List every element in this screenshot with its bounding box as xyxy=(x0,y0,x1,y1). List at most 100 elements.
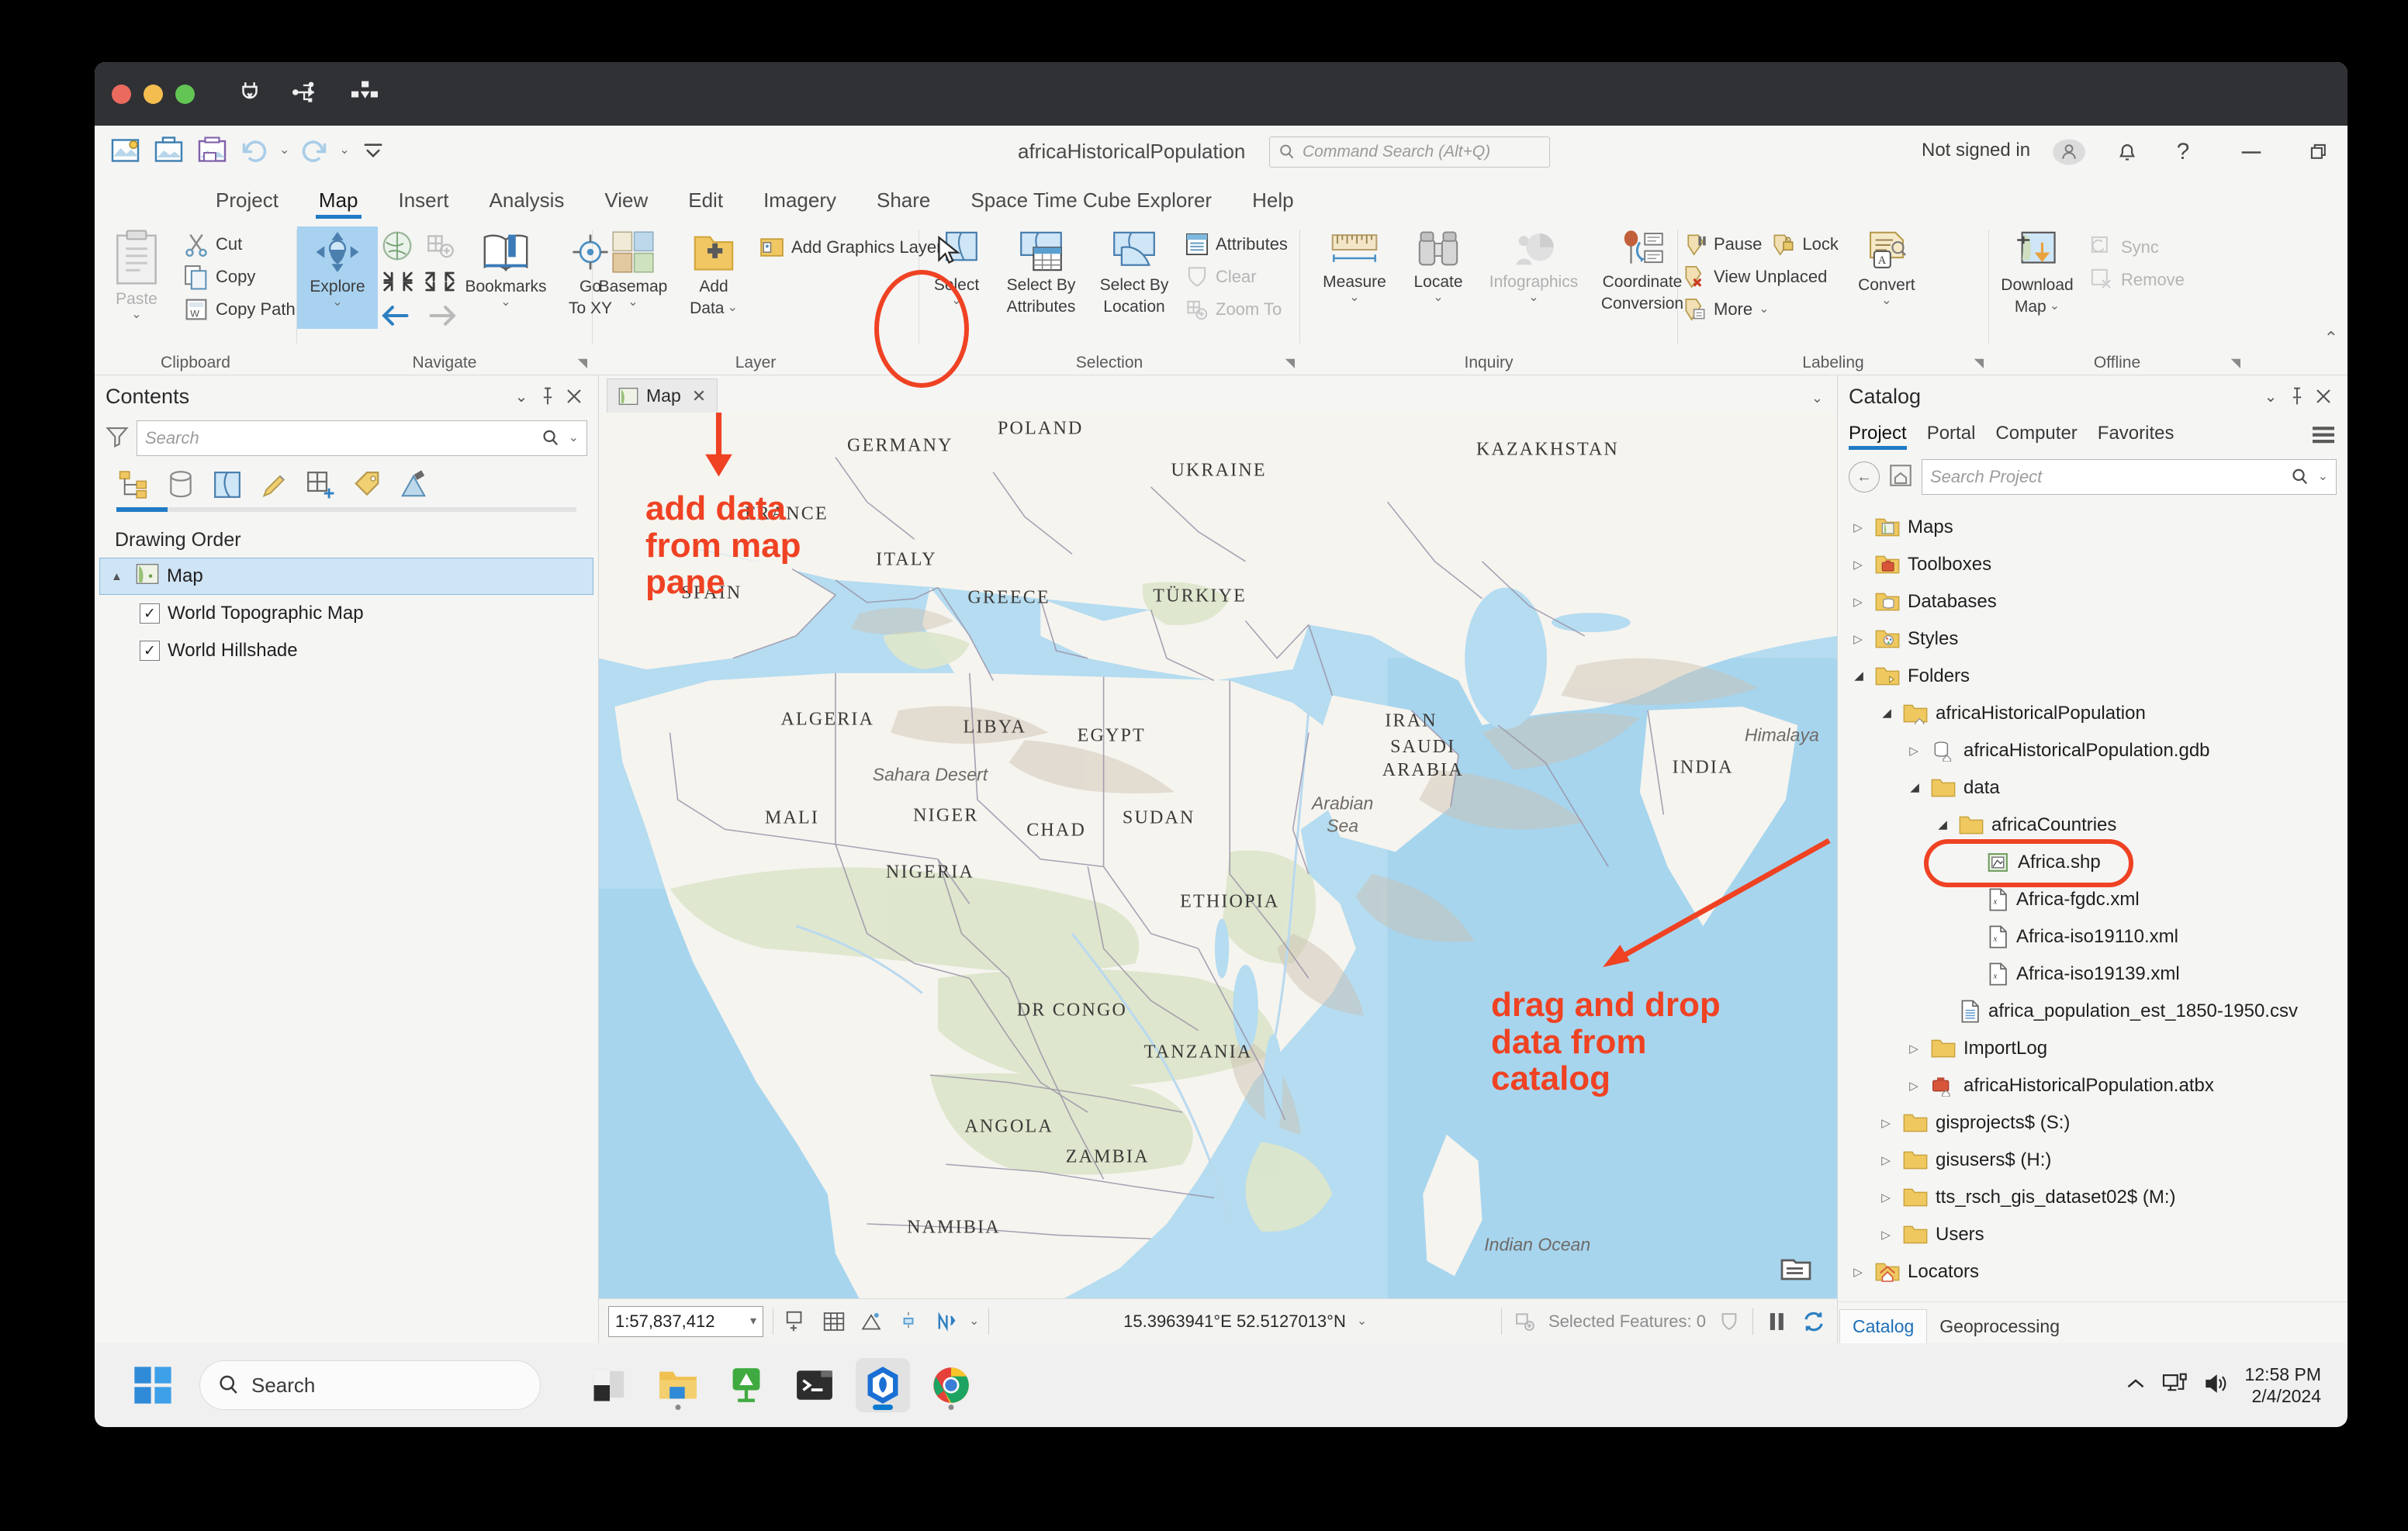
bookmarks-button[interactable]: Bookmarks ⌄ xyxy=(460,226,552,312)
map-grid-icon[interactable] xyxy=(820,1308,848,1336)
expand-caret-icon[interactable]: ▲ xyxy=(111,570,128,583)
account-avatar[interactable] xyxy=(2052,137,2086,168)
selection-group-expander[interactable]: ◥ xyxy=(1285,355,1295,371)
tab-help[interactable]: Help xyxy=(1232,188,1313,220)
file-explorer-icon[interactable] xyxy=(651,1358,705,1412)
convert-labels-button[interactable]: A Convert ⌄ xyxy=(1843,226,1930,310)
copy-button[interactable]: Copy xyxy=(178,261,300,293)
list-by-labeling-icon[interactable] xyxy=(349,467,385,503)
app-green-icon[interactable] xyxy=(719,1358,773,1412)
paste-dropdown[interactable]: ⌄ xyxy=(131,308,141,321)
tab-analysis[interactable]: Analysis xyxy=(469,188,585,220)
catalog-tree[interactable]: ▷ Maps ▷ Toolboxes ▷ Databases ▷ Styles ◢ Folders… xyxy=(1838,503,2347,1301)
copy-path-button[interactable]: W Copy Path xyxy=(178,293,300,326)
map-canvas[interactable]: POLAND GERMANY UKRAINE KAZAKHSTAN FRANCE ITAL… xyxy=(599,413,1837,1298)
zoom-to-button[interactable]: Zoom To xyxy=(1180,293,1292,326)
add-data-dropdown[interactable]: ⌄ xyxy=(727,302,737,314)
contents-tabs-scrollbar[interactable] xyxy=(116,507,576,512)
catalog-tree-item[interactable]: ▷ Maps xyxy=(1838,509,2347,546)
zoom-out-fixed-icon[interactable] xyxy=(381,269,415,298)
clear-selection-icon[interactable] xyxy=(1715,1308,1743,1336)
contents-pin-icon[interactable] xyxy=(535,383,561,410)
undo-dropdown[interactable]: ⌄ xyxy=(279,144,289,157)
usb-icon[interactable] xyxy=(292,81,322,108)
select-by-location-button[interactable]: Select By Location xyxy=(1088,226,1180,319)
offline-group-expander[interactable]: ◥ xyxy=(2231,355,2240,371)
catalog-tree-item[interactable]: ▷ Toolboxes xyxy=(1838,546,2347,583)
arcgis-pro-icon[interactable] xyxy=(856,1358,910,1412)
catalog-tree-item[interactable]: ▷ gisprojects$ (S:) xyxy=(1838,1104,2347,1142)
minimize-button[interactable] xyxy=(2234,137,2268,168)
catalog-tree-item[interactable]: ▷ Users xyxy=(1838,1216,2347,1253)
contents-item-map[interactable]: ▲ Map xyxy=(99,558,593,595)
catalog-tree-item[interactable]: ◢ africaCountries xyxy=(1838,807,2347,844)
catalog-tree-item[interactable]: ◢ data xyxy=(1838,769,2347,807)
expand-caret-icon[interactable]: ▷ xyxy=(1877,1116,1895,1130)
catalog-tree-item[interactable]: africa_population_est_1850-1950.csv xyxy=(1838,993,2347,1030)
catalog-tree-item[interactable]: ▷ gisusers$ (H:) xyxy=(1838,1142,2347,1179)
download-map-button[interactable]: Download Map ⌄ xyxy=(1989,226,2085,319)
basemap-dropdown[interactable]: ⌄ xyxy=(628,295,638,309)
maximize-dot[interactable] xyxy=(175,84,195,104)
catalog-menu-chevron-icon[interactable]: ⌄ xyxy=(2258,383,2284,410)
catalog-tree-item[interactable]: ▷ ImportLog xyxy=(1838,1030,2347,1067)
explore-dropdown[interactable]: ⌄ xyxy=(332,295,342,309)
map-view-tab-close-icon[interactable]: ✕ xyxy=(692,386,706,406)
infographics-button[interactable]: Infographics ⌄ xyxy=(1479,226,1589,307)
measure-button[interactable]: Measure ⌄ xyxy=(1311,226,1398,307)
catalog-tree-item[interactable]: ▷ africaHistoricalPopulation.atbx xyxy=(1838,1067,2347,1104)
catalog-tree-item[interactable]: ◢ Folders xyxy=(1838,658,2347,695)
map-north-arrow-icon[interactable] xyxy=(932,1308,960,1336)
more-labeling-button[interactable]: More ⌄ xyxy=(1678,293,1843,326)
help-icon[interactable]: ? xyxy=(2166,137,2200,168)
fixed-zoom-in-icon[interactable] xyxy=(424,230,458,266)
contents-close-icon[interactable] xyxy=(561,383,587,410)
expand-caret-icon[interactable]: ▷ xyxy=(1849,558,1867,572)
tab-map[interactable]: Map xyxy=(299,188,379,220)
taskbar-search-box[interactable]: Search xyxy=(199,1360,541,1410)
save-project-icon[interactable] xyxy=(197,135,230,166)
explore-button[interactable]: Explore ⌄ xyxy=(297,226,378,329)
attributes-button[interactable]: Attributes xyxy=(1180,228,1292,261)
tab-insert[interactable]: Insert xyxy=(379,188,469,220)
measure-dropdown[interactable]: ⌄ xyxy=(1349,291,1359,304)
map-overview-icon[interactable] xyxy=(1780,1256,1812,1287)
layer-visibility-checkbox[interactable]: ✓ xyxy=(140,641,160,661)
map-tools-dropdown[interactable]: ⌄ xyxy=(969,1315,979,1328)
volume-icon[interactable] xyxy=(2203,1372,2231,1399)
power-plug-icon[interactable] xyxy=(237,79,263,109)
bottom-tab-catalog[interactable]: Catalog xyxy=(1839,1309,1928,1343)
refresh-map-icon[interactable] xyxy=(1800,1308,1828,1336)
pause-labeling-button[interactable]: Pause xyxy=(1678,228,1766,261)
list-by-snapping-icon[interactable] xyxy=(303,467,338,503)
clear-button[interactable]: Clear xyxy=(1180,261,1292,293)
catalog-tree-item[interactable]: ▷ Styles xyxy=(1838,620,2347,658)
start-button[interactable] xyxy=(126,1358,180,1412)
catalog-tab-project[interactable]: Project xyxy=(1849,423,1907,450)
list-by-editing-icon[interactable] xyxy=(256,467,292,503)
select-by-attributes-button[interactable]: Select By Attributes xyxy=(994,226,1088,319)
download-map-dropdown[interactable]: ⌄ xyxy=(2050,300,2060,313)
add-graphics-layer-button[interactable]: Add Graphics Layer xyxy=(754,231,946,264)
sync-button[interactable]: Sync xyxy=(2085,231,2189,264)
undo-icon[interactable] xyxy=(240,138,268,163)
expand-caret-icon[interactable]: ▷ xyxy=(1877,1153,1895,1167)
map-view-tab[interactable]: Map ✕ xyxy=(607,378,718,413)
map-exploratory-analysis-icon[interactable] xyxy=(857,1308,885,1336)
catalog-tree-item[interactable]: ▷ Databases xyxy=(1838,583,2347,620)
tab-view[interactable]: View xyxy=(584,188,668,220)
expand-caret-icon[interactable]: ▷ xyxy=(1849,595,1867,609)
expand-caret-icon[interactable]: ▷ xyxy=(1849,632,1867,646)
tab-share[interactable]: Share xyxy=(856,188,950,220)
task-view-icon[interactable] xyxy=(583,1358,637,1412)
labeling-group-expander[interactable]: ◥ xyxy=(1974,355,1984,371)
previous-extent-icon[interactable] xyxy=(378,302,412,333)
full-extent-icon[interactable] xyxy=(380,230,414,266)
locate-dropdown[interactable]: ⌄ xyxy=(1433,291,1443,304)
cut-button[interactable]: Cut xyxy=(178,228,300,261)
network-icon[interactable] xyxy=(2161,1372,2189,1399)
contents-item-world-topographic-map[interactable]: ✓ World Topographic Map xyxy=(95,595,598,632)
expand-caret-icon[interactable]: ▷ xyxy=(1905,744,1923,758)
catalog-tab-portal[interactable]: Portal xyxy=(1927,423,1976,450)
catalog-tab-favorites[interactable]: Favorites xyxy=(2098,423,2174,450)
